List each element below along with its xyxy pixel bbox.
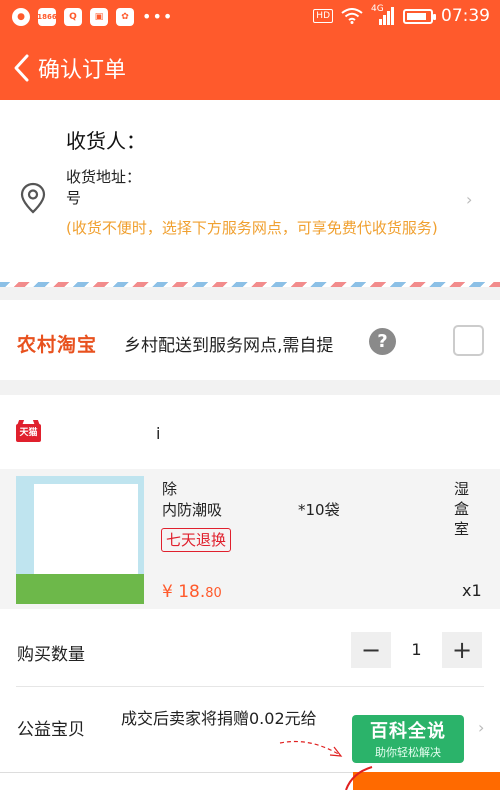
1866-app-icon: 1866 [37,8,57,26]
rural-delivery-checkbox[interactable] [453,325,484,356]
nav-bar: 确认订单 [0,35,500,100]
product-price: ¥ 18.80 [162,582,222,602]
signal-bars-icon [379,7,394,25]
thumbnail-strip [16,574,144,604]
product-thumbnail[interactable] [16,476,144,604]
address-note: (收货不便时，选择下方服务网点，可享免费代收货服务) [66,219,438,237]
back-arrow-icon [14,54,29,81]
quantity-label: 购买数量 [17,645,85,665]
product-title-line2-start: 内防潮吸 [162,501,223,519]
status-bar: ● 1866 Q ▣ ✿ ••• HD 4G 07:39 [0,0,500,35]
product-quantity: x1 [462,581,482,600]
airmail-divider [0,282,500,287]
message-icon: ● [12,8,30,26]
rural-taobao-logo: 农村淘宝 [17,334,98,356]
divider [16,686,484,687]
location-pin-icon [20,182,46,214]
quantity-value[interactable]: 1 [391,632,442,668]
clock: 07:39 [441,6,490,26]
product-title-line2-end: *10袋 [298,501,340,519]
hd-badge: HD [313,9,333,23]
back-button[interactable] [4,35,38,100]
battery-icon [403,8,436,24]
address-detail: 号 [66,189,82,207]
watermark-title: 百科全说 [370,721,446,742]
increase-quantity-button[interactable]: + [442,632,482,668]
help-icon[interactable]: ? [369,328,396,355]
battery-level [407,12,426,20]
charity-label: 公益宝贝 [17,720,85,740]
page-title: 确认订单 [38,57,127,83]
notification-icons: ● 1866 Q ▣ ✿ ••• [12,8,173,26]
shop-name[interactable]: i [156,424,160,443]
seven-day-returns-tag: 七天退换 [161,528,232,552]
chevron-right-icon: › [466,190,473,209]
watermark-subtitle: 助你轻松解决 [375,746,441,759]
tmall-icon: 天猫 [16,424,41,442]
system-indicators: HD 4G 07:39 [313,4,490,26]
consignee-label: 收货人： [66,129,146,153]
qq-icon: Q [64,8,82,26]
product-title-end: 湿盒室 [454,480,470,538]
product-title-start: 除 [162,480,178,498]
more-notifications: ••• [142,7,174,26]
gallery-icon: ▣ [90,8,108,26]
price-main: ¥ 18. [162,582,206,602]
rural-delivery-text: 乡村配送到服务网点,需自提 [124,336,334,356]
address-label: 收货地址： [66,168,142,186]
watermark-logo: 百科全说 助你轻松解决 [352,715,464,763]
decrease-quantity-button[interactable]: − [351,632,391,668]
charity-text[interactable]: 成交后卖家将捐赠0.02元给 [121,705,317,729]
baidu-icon: ✿ [116,8,134,26]
thumbnail-redacted [34,484,138,574]
wifi-icon [341,8,363,24]
price-cents: 80 [205,586,222,601]
signal-icon: 4G [371,4,395,25]
